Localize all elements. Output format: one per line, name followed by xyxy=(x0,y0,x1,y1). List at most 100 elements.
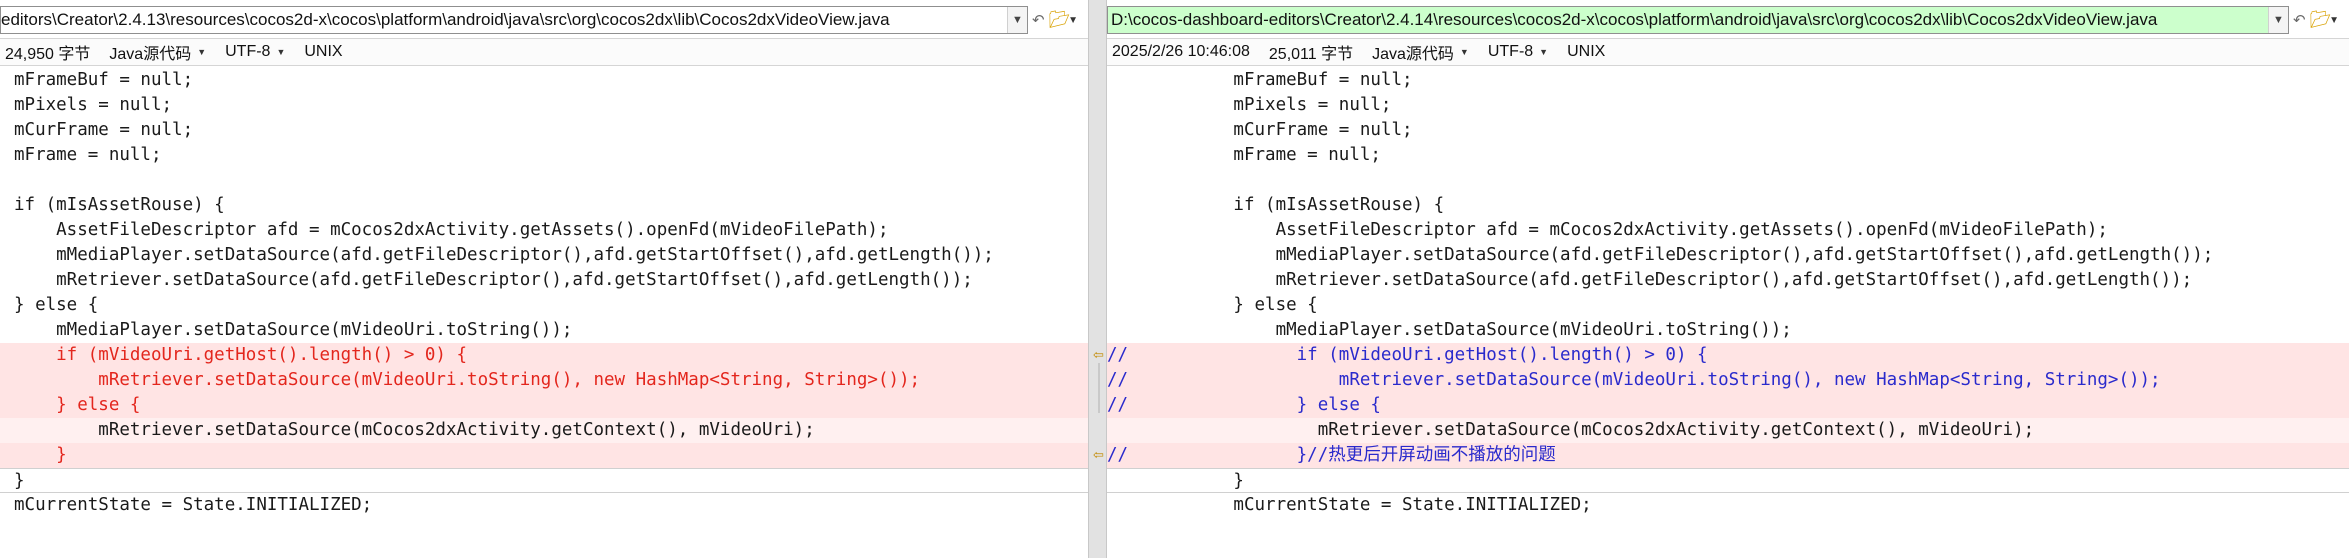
right-path-combobox[interactable]: D:\cocos-dashboard-editors\Creator\2.4.1… xyxy=(1107,6,2289,34)
right-file-size: 25,011 字节 xyxy=(1268,46,1354,63)
left-language-label: Java源代码 xyxy=(109,46,192,63)
code-line[interactable]: mRetriever.setDataSource(mCocos2dxActivi… xyxy=(0,418,1088,443)
right-code-view[interactable]: mFrameBuf = null; mPixels = null; mCurFr… xyxy=(1107,68,2349,518)
code-line-text: mRetriever.setDataSource(mCocos2dxActivi… xyxy=(14,420,815,440)
right-status-bar: 2025/2/26 10:46:08 25,011 字节 Java源代码 ▼ U… xyxy=(1107,38,2349,66)
left-encoding-select[interactable]: UTF-8 ▼ xyxy=(225,43,285,61)
code-line-text: mCurrentState = State.INITIALIZED; xyxy=(1107,495,1592,515)
code-line-text: mRetriever.setDataSource(mVideoUri.toStr… xyxy=(14,370,921,390)
code-line[interactable]: // mRetriever.setDataSource(mVideoUri.to… xyxy=(1107,368,2349,393)
code-line-text: // if (mVideoUri.getHost().length() > 0)… xyxy=(1107,345,1708,365)
left-status-bar: 24,950 字节 Java源代码 ▼ UTF-8 ▼ UNIX xyxy=(0,38,1088,66)
code-line[interactable]: mCurFrame = null; xyxy=(1107,118,2349,143)
code-line[interactable]: mRetriever.setDataSource(mVideoUri.toStr… xyxy=(0,368,1088,393)
code-line[interactable]: mCurrentState = State.INITIALIZED; xyxy=(0,493,1088,518)
left-arrow-icon[interactable]: ⇦ xyxy=(1091,348,1106,361)
code-line[interactable]: mRetriever.setDataSource(afd.getFileDesc… xyxy=(1107,268,2349,293)
left-encoding-label: UTF-8 xyxy=(225,43,271,60)
code-line[interactable]: AssetFileDescriptor afd = mCocos2dxActiv… xyxy=(0,218,1088,243)
undo-arrow-icon[interactable]: ↶ xyxy=(2293,6,2306,34)
code-line[interactable]: } xyxy=(1107,468,2349,493)
code-line[interactable]: mMediaPlayer.setDataSource(mVideoUri.toS… xyxy=(1107,318,2349,343)
code-line[interactable] xyxy=(1107,168,2349,193)
code-line-text: mPixels = null; xyxy=(1107,95,1392,115)
code-line-text: mMediaPlayer.setDataSource(afd.getFileDe… xyxy=(14,245,994,265)
left-eol-label: UNIX xyxy=(304,43,343,60)
code-line-text: AssetFileDescriptor afd = mCocos2dxActiv… xyxy=(1107,220,2108,240)
code-line[interactable]: if (mIsAssetRouse) { xyxy=(0,193,1088,218)
left-pane: editors\Creator\2.4.13\resources\cocos2d… xyxy=(0,0,1088,558)
right-encoding-select[interactable]: UTF-8 ▼ xyxy=(1488,43,1548,61)
code-line-text: mMediaPlayer.setDataSource(mVideoUri.toS… xyxy=(14,320,573,340)
code-line[interactable]: } else { xyxy=(1107,293,2349,318)
code-line-text: } else { xyxy=(14,395,141,415)
right-path-row: D:\cocos-dashboard-editors\Creator\2.4.1… xyxy=(1107,6,2349,34)
code-line-text: AssetFileDescriptor afd = mCocos2dxActiv… xyxy=(14,220,889,240)
right-encoding-label: UTF-8 xyxy=(1487,43,1534,60)
code-line-text: mFrame = null; xyxy=(1107,145,1381,165)
caret-down-icon: ▼ xyxy=(197,47,207,57)
code-line[interactable]: mRetriever.setDataSource(mCocos2dxActivi… xyxy=(1107,418,2349,443)
left-arrow-icon[interactable]: ⇦ xyxy=(1091,448,1106,461)
caret-down-icon: ▼ xyxy=(1459,47,1469,57)
code-line[interactable]: mMediaPlayer.setDataSource(mVideoUri.toS… xyxy=(0,318,1088,343)
code-line[interactable]: mMediaPlayer.setDataSource(afd.getFileDe… xyxy=(1107,243,2349,268)
code-line-text: } xyxy=(1107,471,1244,491)
code-line-text: // }//热更后开屏动画不播放的问题 xyxy=(1107,445,1556,465)
code-line[interactable] xyxy=(0,168,1088,193)
code-line[interactable]: mFrameBuf = null; xyxy=(1107,68,2349,93)
code-line[interactable]: } xyxy=(0,468,1088,493)
right-file-date: 2025/2/26 10:46:08 xyxy=(1112,43,1250,60)
code-line[interactable]: // if (mVideoUri.getHost().length() > 0)… xyxy=(1107,343,2349,368)
code-line[interactable]: // }//热更后开屏动画不播放的问题 xyxy=(1107,443,2349,468)
left-path-combobox[interactable]: editors\Creator\2.4.13\resources\cocos2d… xyxy=(0,6,1028,34)
code-line[interactable]: // } else { xyxy=(1107,393,2349,418)
code-line-text: mCurrentState = State.INITIALIZED; xyxy=(14,495,373,515)
code-line-text: mPixels = null; xyxy=(14,95,173,115)
chevron-down-icon[interactable]: ▼ xyxy=(2268,7,2288,33)
code-line[interactable]: } xyxy=(0,443,1088,468)
chevron-down-icon[interactable]: ▼ xyxy=(1068,6,1078,34)
code-line-text: if (mIsAssetRouse) { xyxy=(1107,195,1445,215)
code-line[interactable]: mFrameBuf = null; xyxy=(0,68,1088,93)
undo-arrow-icon[interactable]: ↶ xyxy=(1032,6,1045,34)
folder-open-icon[interactable]: 📂︎ xyxy=(2310,6,2332,34)
left-code-view[interactable]: mFrameBuf = null; mPixels = null; mCurFram… xyxy=(0,68,1088,518)
code-line[interactable]: } else { xyxy=(0,393,1088,418)
code-line[interactable]: mMediaPlayer.setDataSource(afd.getFileDe… xyxy=(0,243,1088,268)
code-line[interactable]: } else { xyxy=(0,293,1088,318)
code-line[interactable]: mFrame = null; xyxy=(0,143,1088,168)
code-line-text: mFrameBuf = null; xyxy=(14,70,194,90)
code-line-text: mRetriever.setDataSource(afd.getFileDesc… xyxy=(14,270,973,290)
code-line[interactable]: mCurrentState = State.INITIALIZED; xyxy=(1107,493,2349,518)
code-line-text: if (mIsAssetRouse) { xyxy=(14,195,225,215)
code-line-text: mFrameBuf = null; xyxy=(1107,70,1413,90)
folder-open-icon[interactable]: 📂︎ xyxy=(1049,6,1071,34)
code-line-text: } else { xyxy=(14,295,99,315)
right-language-select[interactable]: Java源代码 ▼ xyxy=(1372,40,1469,64)
chevron-down-icon[interactable]: ▼ xyxy=(2329,6,2339,34)
code-line-text: } xyxy=(14,471,25,491)
code-line[interactable]: mFrame = null; xyxy=(1107,143,2349,168)
right-eol-label: UNIX xyxy=(1567,43,1606,60)
code-line[interactable]: mRetriever.setDataSource(afd.getFileDesc… xyxy=(0,268,1088,293)
code-line[interactable]: mPixels = null; xyxy=(1107,93,2349,118)
code-line-text: if (mVideoUri.getHost().length() > 0) { xyxy=(14,345,468,365)
chevron-down-icon[interactable]: ▼ xyxy=(1007,7,1027,33)
diff-range-bar xyxy=(1098,363,1100,413)
left-language-select[interactable]: Java源代码 ▼ xyxy=(109,40,206,64)
caret-down-icon: ▼ xyxy=(276,47,286,57)
code-line-text: mMediaPlayer.setDataSource(afd.getFileDe… xyxy=(1107,245,2214,265)
left-path-text: editors\Creator\2.4.13\resources\cocos2d… xyxy=(1,10,890,29)
code-line-text: mRetriever.setDataSource(afd.getFileDesc… xyxy=(1107,270,2193,290)
code-line-text: mCurFrame = null; xyxy=(14,120,194,140)
code-line[interactable]: AssetFileDescriptor afd = mCocos2dxActiv… xyxy=(1107,218,2349,243)
code-line[interactable]: mCurFrame = null; xyxy=(0,118,1088,143)
code-line[interactable]: if (mVideoUri.getHost().length() > 0) { xyxy=(0,343,1088,368)
left-path-row: editors\Creator\2.4.13\resources\cocos2d… xyxy=(0,6,1088,34)
code-line[interactable]: mPixels = null; xyxy=(0,93,1088,118)
code-line-text: mMediaPlayer.setDataSource(mVideoUri.toS… xyxy=(1107,320,1792,340)
code-line[interactable]: if (mIsAssetRouse) { xyxy=(1107,193,2349,218)
right-path-text: D:\cocos-dashboard-editors\Creator\2.4.1… xyxy=(1111,10,2158,29)
